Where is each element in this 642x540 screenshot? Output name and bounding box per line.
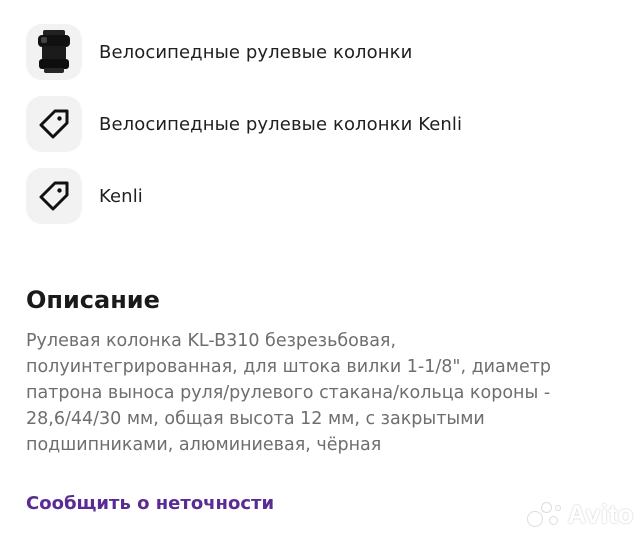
description-title: Описание [26,286,160,314]
headset-image [38,30,70,73]
tag-icon [39,109,69,139]
category-item-headsets-kenli[interactable]: Велосипедные рулевые колонки Kenli [26,96,626,152]
category-label: Велосипедные рулевые колонки Kenli [99,113,463,135]
avito-logo-dots [527,501,563,528]
category-label: Велосипедные рулевые колонки [99,41,413,63]
category-label: Kenli [99,185,143,207]
tag-thumbnail [26,96,82,152]
tag-icon [39,181,69,211]
headset-thumbnail [26,24,82,80]
description-text: Рулевая колонка KL-B310 безрезьбовая, по… [26,331,552,455]
tag-thumbnail [26,168,82,224]
category-item-kenli[interactable]: Kenli [26,168,626,224]
avito-watermark-text: Avito [567,499,634,529]
report-inaccuracy-link[interactable]: Сообщить о неточности [26,493,274,514]
category-list: Велосипедные рулевые колонки Велосипедны… [26,24,626,240]
avito-watermark: Avito [527,499,634,530]
category-item-headsets[interactable]: Велосипедные рулевые колонки [26,24,626,80]
